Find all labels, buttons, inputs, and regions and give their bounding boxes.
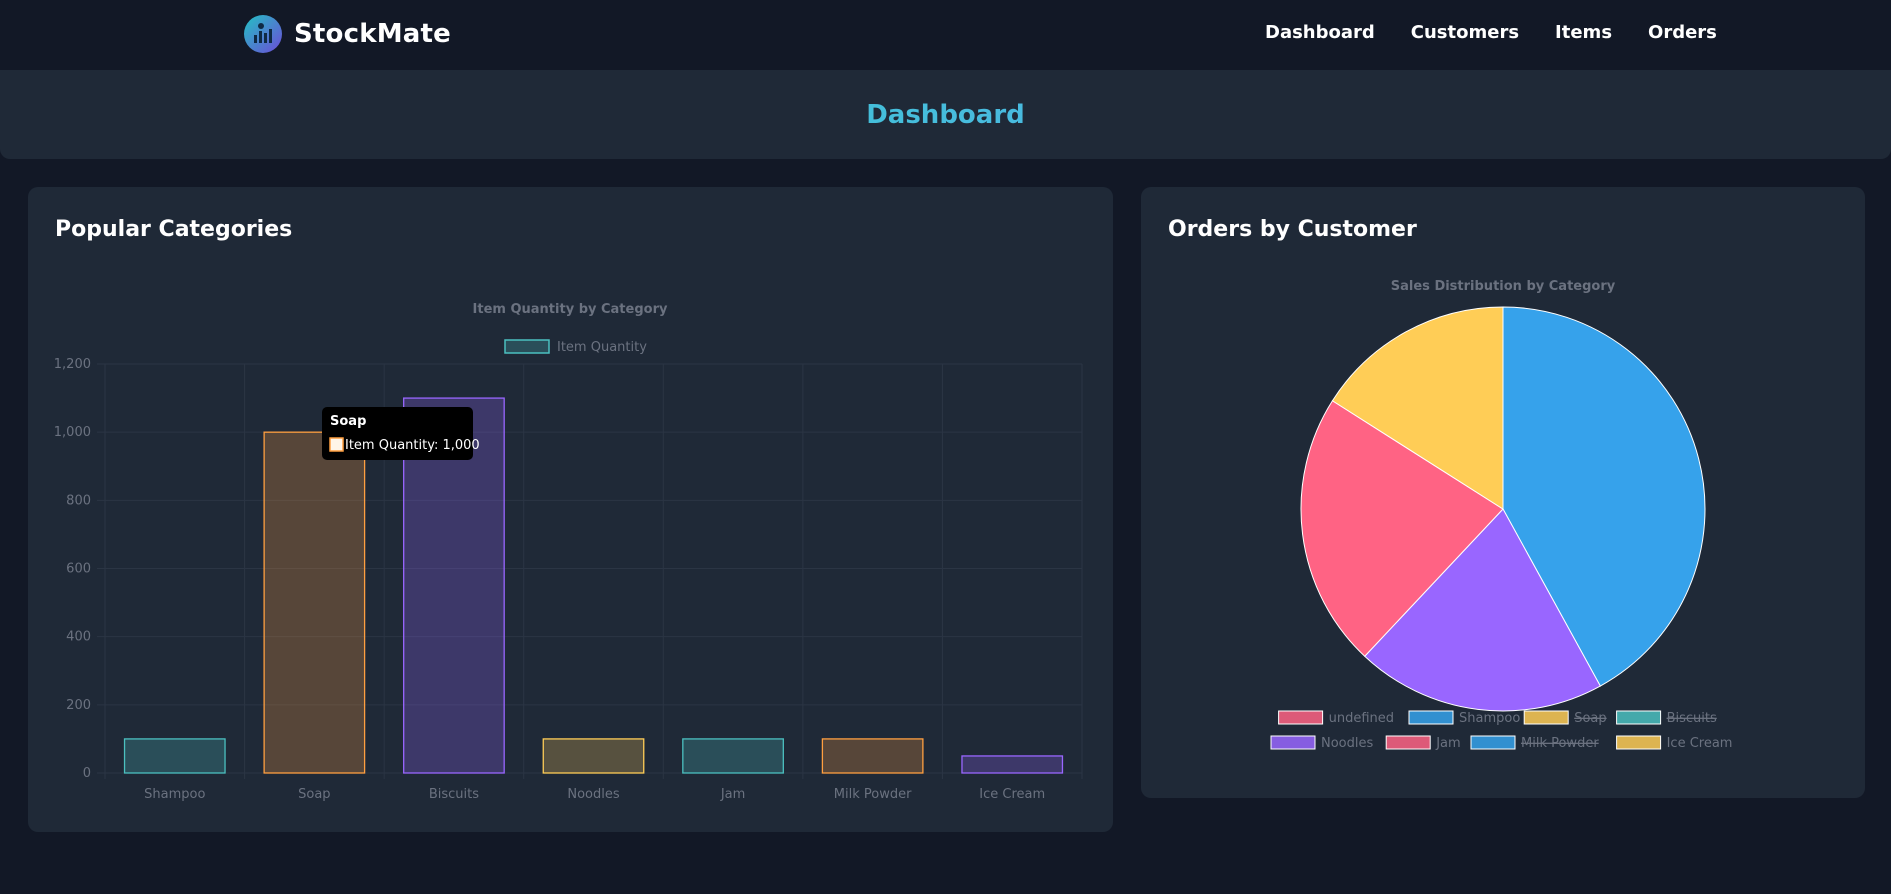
chart-title: Item Quantity by Category: [473, 302, 668, 317]
y-tick-label: 200: [66, 698, 91, 713]
legend-swatch: [1616, 710, 1662, 725]
chart-grid: [97, 363, 1083, 779]
y-tick-label: 800: [66, 493, 91, 508]
page-title: Dashboard: [0, 100, 1891, 130]
legend-label: Item Quantity: [557, 340, 647, 355]
orders-by-customer-card: Orders by Customer Sales Distribution by…: [1141, 187, 1865, 798]
brand-name: StockMate: [294, 19, 452, 49]
pie-slices: [1300, 306, 1706, 712]
nav-links: Dashboard Customers Items Orders: [1265, 22, 1717, 43]
y-axis: 0 200 400 600 800 1,000 1,200: [54, 357, 91, 781]
x-tick-label: Jam: [720, 787, 745, 802]
legend-swatch: [504, 339, 550, 354]
bar-noodles[interactable]: [542, 738, 645, 774]
x-tick-label: Shampoo: [144, 787, 205, 802]
bar-series: [123, 397, 1064, 774]
navbar: StockMate Dashboard Customers Items Orde…: [0, 0, 1891, 70]
chart-logo-icon: [244, 15, 282, 53]
legend-swatch: [1523, 710, 1569, 725]
legend-label: Shampoo: [1459, 711, 1520, 726]
x-axis: Shampoo Soap Biscuits Noodles Jam Milk Powder…: [144, 787, 1045, 802]
legend-label: Milk Powder: [1521, 736, 1599, 751]
legend-swatch: [1278, 710, 1324, 725]
pie-chart[interactable]: Sales Distribution by Category undefined…: [1141, 187, 1865, 798]
nav-customers[interactable]: Customers: [1411, 22, 1519, 43]
legend-item-jam[interactable]: Jam: [1385, 735, 1461, 751]
x-tick-label: Ice Cream: [979, 787, 1045, 802]
bar-chart[interactable]: Item Quantity by Category Item Quantity …: [28, 187, 1113, 832]
bar-shampoo[interactable]: [123, 738, 226, 774]
legend-swatch: [1616, 735, 1662, 750]
legend-label: Ice Cream: [1667, 736, 1733, 751]
bar-ice-cream[interactable]: [961, 755, 1064, 774]
y-tick-label: 600: [66, 562, 91, 577]
chart-legend[interactable]: Item Quantity: [504, 339, 647, 355]
legend-swatch: [1408, 710, 1454, 725]
nav-dashboard[interactable]: Dashboard: [1265, 22, 1375, 43]
bar-soap[interactable]: [263, 431, 366, 774]
legend-label: Biscuits: [1667, 711, 1717, 726]
legend-label: undefined: [1329, 711, 1394, 726]
x-tick-label: Biscuits: [429, 787, 479, 802]
legend-item-noodles[interactable]: Noodles: [1270, 735, 1373, 751]
x-tick-label: Noodles: [567, 787, 619, 802]
legend-swatch: [1470, 735, 1516, 750]
legend-swatch: [1270, 735, 1316, 750]
nav-items[interactable]: Items: [1555, 22, 1612, 43]
chart-legend[interactable]: undefined Shampoo Soap Biscuits Noodles Jam Mi…: [1270, 710, 1733, 751]
y-tick-label: 0: [83, 766, 91, 781]
legend-item-shampoo[interactable]: Shampoo: [1408, 710, 1520, 726]
legend-item-milk-powder[interactable]: Milk Powder: [1470, 735, 1599, 751]
y-tick-label: 400: [66, 630, 91, 645]
y-tick-label: 1,000: [54, 425, 91, 440]
nav-orders[interactable]: Orders: [1648, 22, 1717, 43]
tooltip: Soap Item Quantity: 1,000: [322, 407, 480, 460]
title-bar: Dashboard: [0, 70, 1891, 159]
legend-item-soap[interactable]: Soap: [1523, 710, 1607, 726]
legend-item-biscuits[interactable]: Biscuits: [1616, 710, 1717, 726]
x-tick-label: Milk Powder: [834, 787, 912, 802]
tooltip-title: Soap: [330, 414, 366, 429]
legend-label: Soap: [1574, 711, 1606, 726]
x-tick-label: Soap: [298, 787, 330, 802]
bar-jam[interactable]: [682, 738, 784, 774]
tooltip-body: Item Quantity: 1,000: [345, 438, 480, 453]
tooltip-swatch: [329, 437, 344, 452]
legend-item-ice-cream[interactable]: Ice Cream: [1616, 735, 1733, 751]
legend-swatch: [1385, 735, 1431, 750]
popular-categories-card: Popular Categories Item Quantity by Cate…: [28, 187, 1113, 832]
legend-label: Noodles: [1321, 736, 1373, 751]
y-tick-label: 1,200: [54, 357, 91, 372]
legend-item-undefined[interactable]: undefined: [1278, 710, 1394, 726]
bar-milk-powder[interactable]: [821, 738, 924, 774]
legend-label: Jam: [1435, 736, 1460, 751]
brand[interactable]: StockMate: [244, 15, 451, 53]
chart-title: Sales Distribution by Category: [1391, 279, 1616, 294]
